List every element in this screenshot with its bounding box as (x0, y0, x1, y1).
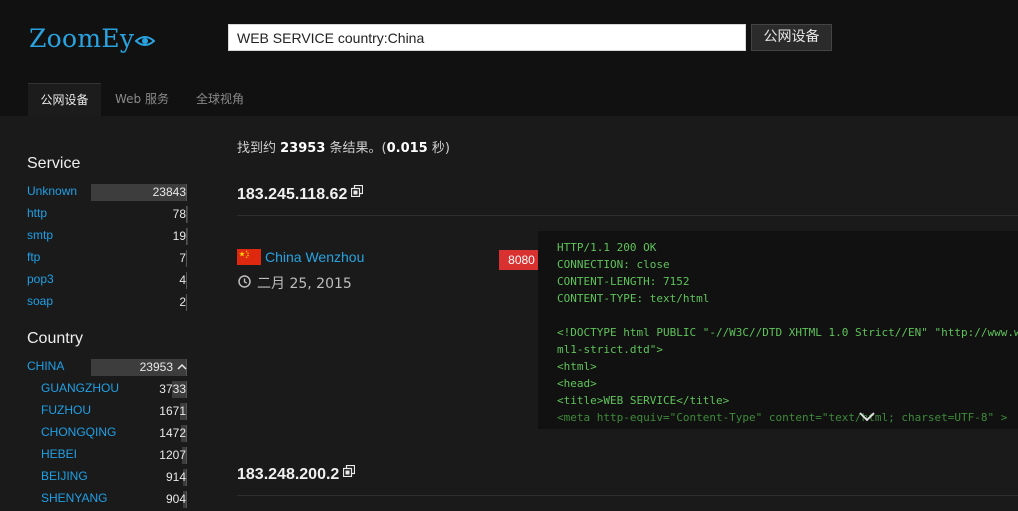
city-count: 904 (165, 492, 186, 506)
eye-icon (135, 36, 156, 46)
collapse-caret-icon[interactable] (177, 363, 187, 370)
result-divider (237, 215, 1018, 216)
open-external-icon[interactable] (351, 185, 364, 197)
country-count: 23953 (139, 360, 173, 374)
banner-line: HTTP/1.1 200 OK (557, 241, 657, 254)
china-flag-icon (237, 249, 261, 265)
search-button[interactable]: 公网设备 (751, 24, 832, 51)
result-ip-text[interactable]: 183.248.200.2 (237, 466, 339, 483)
city-label[interactable]: BEIJING (41, 469, 88, 483)
service-count: 78 (172, 207, 186, 221)
banner-line: <head> (557, 377, 597, 390)
banner-line: <meta http-equiv="Content-Type" content=… (557, 411, 1008, 424)
service-label[interactable]: soap (27, 294, 53, 308)
count-bar (91, 294, 187, 311)
city-count: 914 (165, 470, 186, 484)
service-label[interactable]: http (27, 206, 47, 220)
service-label[interactable]: ftp (27, 250, 40, 264)
city-label[interactable]: HEBEI (41, 447, 77, 461)
service-filter-row[interactable]: smtp 19 (0, 226, 200, 248)
banner-line: CONTENT-LENGTH: 7152 (557, 275, 690, 288)
city-count: 1472 (159, 426, 186, 440)
service-count: 23843 (152, 185, 186, 199)
search-input[interactable] (228, 24, 746, 51)
banner-line: ml1-strict.dtd"> (557, 343, 663, 356)
country-heading: Country (27, 330, 84, 347)
count-bar (91, 272, 187, 289)
result-ip-link[interactable]: 183.248.200.2 (237, 465, 356, 484)
result-ip-link[interactable]: 183.245.118.62 (237, 185, 364, 204)
top-header: ZoomEy 公网设备 公网设备 Web 服务 全球视角 (0, 0, 1018, 116)
open-external-icon[interactable] (343, 465, 356, 477)
service-count: 4 (179, 273, 186, 287)
service-heading: Service (27, 155, 81, 172)
city-count: 1207 (159, 448, 186, 462)
banner-line: <!DOCTYPE html PUBLIC "-//W3C//DTD XHTML… (557, 326, 1018, 339)
city-count: 1671 (159, 404, 186, 418)
service-filter-row[interactable]: http 78 (0, 204, 200, 226)
service-filter-row[interactable]: soap 2 (0, 292, 200, 314)
result-date: 二月 25, 2015 (257, 276, 352, 292)
banner-line: CONNECTION: close (557, 258, 670, 271)
result-summary: 找到约 23953 条结果。(0.015 秒) (237, 137, 450, 156)
city-count: 3733 (159, 382, 186, 396)
result-location-link[interactable]: China Wenzhou (265, 249, 364, 265)
city-filter-row[interactable]: HEBEI 1207 (0, 445, 200, 467)
service-filter-row[interactable]: pop3 4 (0, 270, 200, 292)
service-filter-row[interactable]: ftp 7 (0, 248, 200, 270)
service-label[interactable]: Unknown (27, 184, 77, 198)
city-filter-row[interactable]: GUANGZHOU 3733 (0, 379, 200, 401)
summary-prefix: 找到约 (237, 141, 281, 156)
city-label[interactable]: FUZHOU (41, 403, 91, 417)
summary-count: 23953 (280, 141, 326, 156)
country-filter-row[interactable]: CHINA 23953 (0, 357, 200, 379)
logo-text: ZoomEy (29, 24, 135, 53)
result-ip-text[interactable]: 183.245.118.62 (237, 186, 347, 203)
banner-line: <title>WEB SERVICE</title> (557, 394, 730, 407)
tab-global-view[interactable]: 全球视角 (183, 83, 257, 116)
service-count: 2 (179, 295, 186, 309)
city-filter-row[interactable]: SHENYANG 904 (0, 489, 200, 511)
service-banner: HTTP/1.1 200 OK CONNECTION: close CONTEN… (538, 231, 1018, 429)
service-count: 7 (179, 251, 186, 265)
tab-public-devices[interactable]: 公网设备 (28, 83, 101, 116)
service-count: 19 (172, 229, 186, 243)
banner-line: CONTENT-TYPE: text/html (557, 292, 710, 305)
service-label[interactable]: pop3 (27, 272, 54, 286)
summary-time: 0.015 (386, 141, 428, 156)
city-filter-row[interactable]: CHONGQING 1472 (0, 423, 200, 445)
count-bar (91, 250, 187, 267)
expand-chevron-icon[interactable] (859, 412, 875, 422)
clock-icon (238, 275, 251, 288)
banner-line: <html> (557, 360, 597, 373)
tab-web-services[interactable]: Web 服务 (105, 83, 179, 116)
city-filter-row[interactable]: FUZHOU 1671 (0, 401, 200, 423)
country-label[interactable]: CHINA (27, 359, 64, 373)
service-label[interactable]: smtp (27, 228, 53, 242)
result-divider (237, 495, 1018, 496)
summary-suffix: 秒) (427, 141, 450, 156)
service-filter-row[interactable]: Unknown 23843 (0, 182, 200, 204)
zoomeye-logo[interactable]: ZoomEy (29, 24, 156, 53)
summary-mid: 条结果。( (325, 141, 387, 156)
city-filter-row[interactable]: BEIJING 914 (0, 467, 200, 489)
